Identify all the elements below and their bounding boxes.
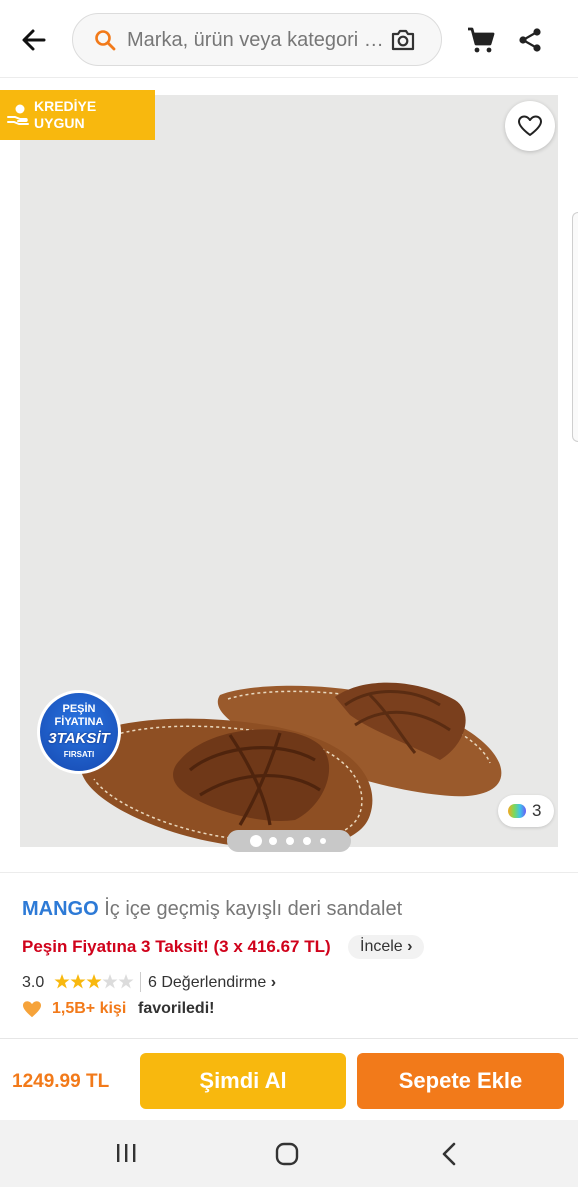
scroll-handle[interactable] — [572, 212, 578, 442]
favorite-count: 1,5B+ kişi — [52, 1000, 127, 1017]
add-to-cart-button[interactable]: Sepete Ekle — [357, 1053, 564, 1109]
rating-score: 3.0 — [22, 974, 45, 991]
back-arrow-icon[interactable] — [18, 24, 50, 56]
orange-heart-icon — [23, 1001, 41, 1018]
product-name: İç içe geçmiş kayışlı deri sandalet — [104, 898, 403, 920]
camera-icon[interactable] — [389, 27, 417, 53]
video-gallery-chip[interactable]: 3 — [498, 795, 554, 827]
favorite-button[interactable] — [505, 101, 555, 151]
incele-button[interactable]: İncele › — [348, 935, 425, 959]
taksit-badge-line4: FIRSATI — [63, 750, 95, 759]
review-count-label: 6 Değerlendirme — [148, 974, 267, 991]
search-placeholder: Marka, ürün veya kategori ara — [127, 29, 389, 51]
brand-link[interactable]: MANGO — [22, 898, 99, 920]
star-rating-icon — [54, 974, 134, 989]
installment-text: Peşin Fiyatına 3 Taksit! (3 x 416.67 TL) — [22, 937, 331, 956]
image-pager[interactable] — [227, 830, 351, 852]
pager-dot[interactable] — [320, 838, 326, 844]
installment-campaign-badge: PEŞİN FİYATINA 3TAKSİT FIRSATI — [37, 690, 121, 774]
taksit-badge-line1: PEŞİN — [62, 703, 96, 715]
video-count: 3 — [532, 801, 542, 820]
search-icon — [93, 28, 117, 52]
cart-icon[interactable] — [465, 24, 497, 56]
system-back-icon[interactable] — [440, 1141, 458, 1167]
buy-now-button[interactable]: Şimdi Al — [140, 1053, 346, 1109]
recent-apps-icon[interactable] — [114, 1142, 138, 1164]
taksit-badge-line2: FİYATINA — [54, 716, 104, 728]
search-input[interactable]: Marka, ürün veya kategori ara — [72, 13, 442, 66]
separator — [140, 972, 141, 992]
chevron-right-icon: › — [270, 974, 277, 991]
credit-eligible-badge: KREDİYE UYGUN — [0, 90, 155, 140]
review-count[interactable]: 6 Değerlendirme › — [148, 974, 276, 992]
home-icon[interactable] — [274, 1141, 300, 1167]
share-icon[interactable] — [516, 26, 544, 54]
taksit-badge-line3: 3TAKSİT — [48, 730, 110, 747]
bottom-action-bar: 1249.99 TL Şimdi Al Sepete Ekle — [0, 1038, 578, 1120]
pager-dot[interactable] — [286, 837, 294, 845]
favorite-label: favoriledi! — [138, 1000, 215, 1017]
top-bar: Marka, ürün veya kategori ara — [0, 0, 578, 78]
product-title: MANGO İç içe geçmiş kayışlı deri sandale… — [22, 898, 402, 921]
heart-outline-icon — [518, 115, 542, 136]
system-navigation-bar — [0, 1120, 578, 1187]
incele-label: İncele — [360, 938, 403, 955]
pager-dot-active[interactable] — [250, 835, 262, 847]
pager-dot[interactable] — [303, 837, 311, 845]
hand-coin-icon — [6, 102, 30, 126]
chevron-right-icon: › — [407, 938, 413, 955]
credit-badge-line1: KREDİYE — [34, 98, 97, 114]
divider — [0, 872, 578, 873]
price: 1249.99 TL — [12, 1071, 110, 1092]
product-detail-page: Marka, ürün veya kategori ara KREDİYE UY… — [0, 0, 578, 1187]
video-icon — [508, 804, 526, 818]
pager-dot[interactable] — [269, 837, 277, 845]
credit-badge-line2: UYGUN — [34, 115, 85, 131]
